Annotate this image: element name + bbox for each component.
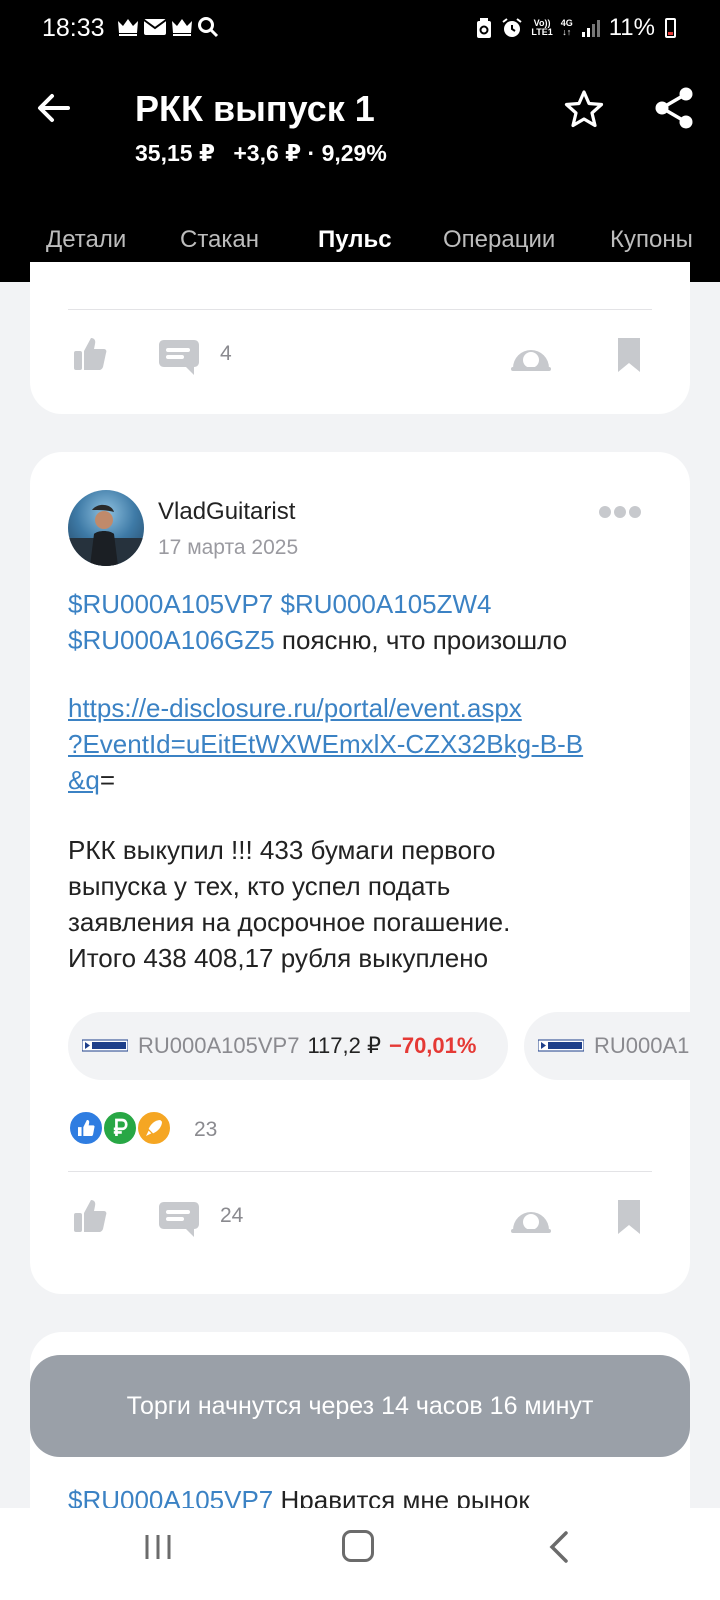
author-name[interactable]: VladGuitarist: [158, 498, 295, 526]
bookmark-icon[interactable]: [615, 1198, 643, 1236]
url-link[interactable]: &q: [68, 765, 100, 795]
rkk-logo-icon: [538, 1039, 584, 1052]
trading-status-toast: Торги начнутся через 14 часов 16 минут: [30, 1355, 690, 1457]
post-line: РКК выкупил !!! 433 бумаги первого: [68, 835, 496, 865]
post-line: Итого 438 408,17 рубля выкуплено: [68, 943, 489, 973]
status-time: 18:33: [42, 14, 105, 42]
page-title: РКК выпуск 1: [135, 88, 375, 129]
app-header: РКК выпуск 1 35,15 ₽ +3,6 ₽ · 9,29% Дета…: [0, 58, 720, 282]
battery-icon: [665, 18, 676, 38]
instrument-chips: RU000A105VP7 117,2 ₽ −70,01% RU000A1: [68, 1012, 690, 1084]
home-button-icon[interactable]: [342, 1530, 374, 1562]
system-nav-bar: [0, 1508, 720, 1600]
price-change: +3,6 ₽ · 9,29%: [233, 140, 387, 166]
current-price: 35,15 ₽: [135, 140, 215, 166]
post-line: заявления на досрочное погашение.: [68, 907, 511, 937]
tab-details[interactable]: Детали: [46, 226, 126, 254]
like-icon[interactable]: [72, 1198, 108, 1234]
divider: [68, 1171, 652, 1172]
comment-count: 4: [220, 342, 232, 365]
post-actions: 24: [30, 1188, 690, 1248]
views-icon: [511, 350, 551, 371]
post-line: выпуска у тех, кто успел подать: [68, 871, 451, 901]
mail-icon: [143, 19, 167, 35]
author-avatar[interactable]: [68, 490, 144, 566]
url-link[interactable]: ?EventId=uEitEtWXWEmxlX-CZX32Bkg-B-B: [68, 729, 583, 759]
favorite-star-icon[interactable]: [563, 88, 605, 130]
recent-apps-icon[interactable]: [143, 1533, 173, 1561]
url-suffix: =: [99, 765, 115, 795]
crown-icon: [118, 19, 138, 36]
ticker-link[interactable]: $RU000A105VP7: [68, 589, 273, 619]
reactions-count: 23: [194, 1118, 218, 1141]
views-icon: [511, 1212, 551, 1233]
ticker-link[interactable]: $RU000A106GZ5: [68, 625, 275, 655]
tab-orderbook[interactable]: Стакан: [180, 226, 259, 254]
search-icon: [198, 17, 219, 38]
instrument-chip[interactable]: RU000A1: [524, 1012, 690, 1080]
signal-icon: [581, 20, 600, 37]
chip-change: −70,01%: [388, 1033, 477, 1058]
post-url-paragraph: https://e-disclosure.ru/portal/event.asp…: [68, 690, 668, 798]
rkk-logo-icon: [82, 1039, 128, 1052]
notification-icons: [117, 16, 219, 38]
post-body-paragraph: РКК выкупил !!! 433 бумаги первого выпус…: [68, 832, 668, 976]
post-date: 17 марта 2025: [158, 536, 299, 559]
chip-code: RU000A1: [594, 1033, 690, 1058]
thumbs-up-reaction-icon: [68, 1110, 104, 1146]
post-tickers-paragraph: $RU000A105VP7 $RU000A105ZW4 $RU000A106GZ…: [68, 586, 668, 658]
post-card-previous: 4: [30, 262, 690, 414]
bookmark-icon[interactable]: [615, 336, 643, 374]
comment-icon[interactable]: [158, 338, 200, 376]
back-arrow-icon[interactable]: [34, 88, 74, 128]
post-actions: 4: [30, 326, 690, 386]
ruble-reaction-icon: [102, 1110, 138, 1146]
volte-indicator: Vo)) LTE1: [531, 18, 553, 37]
tab-operations[interactable]: Операции: [443, 226, 555, 254]
post-card: VladGuitarist 17 марта 2025 $RU000A105VP…: [30, 452, 690, 1294]
avatar-image: [68, 504, 144, 566]
comment-count: 24: [220, 1204, 244, 1227]
back-nav-icon[interactable]: [548, 1530, 570, 1564]
comment-icon[interactable]: [158, 1200, 200, 1238]
tab-coupons[interactable]: Купоны: [610, 226, 693, 254]
more-options-icon[interactable]: [598, 502, 642, 522]
url-link[interactable]: https://e-disclosure.ru/portal/event.asp…: [68, 693, 522, 723]
instrument-chip[interactable]: RU000A105VP7 117,2 ₽ −70,01%: [68, 1012, 508, 1080]
rocket-reaction-icon: [136, 1110, 172, 1146]
ticker-link[interactable]: $RU000A105ZW4: [281, 589, 492, 619]
alarm-icon: [502, 18, 522, 37]
system-status: Vo)) LTE1 4G ↓↑ 11%: [475, 14, 676, 42]
share-icon[interactable]: [653, 86, 695, 130]
post-text: поясню, что произошло: [281, 625, 568, 655]
divider: [68, 309, 652, 310]
reactions-summary[interactable]: 23: [68, 1110, 268, 1150]
crown-icon: [172, 19, 192, 36]
like-icon[interactable]: [72, 336, 108, 372]
status-bar: 18:33 Vo)) LTE1 4G ↓↑ 11%: [0, 0, 720, 58]
chip-price: 117,2 ₽: [307, 1033, 381, 1058]
battery-percent: 11%: [608, 14, 655, 41]
price-summary: 35,15 ₽ +3,6 ₽ · 9,29%: [135, 140, 387, 167]
tab-pulse[interactable]: Пульс: [318, 226, 392, 254]
network-type: 4G ↓↑: [560, 18, 573, 37]
recycle-icon: [477, 18, 492, 38]
chip-code: RU000A105VP7: [138, 1033, 300, 1058]
